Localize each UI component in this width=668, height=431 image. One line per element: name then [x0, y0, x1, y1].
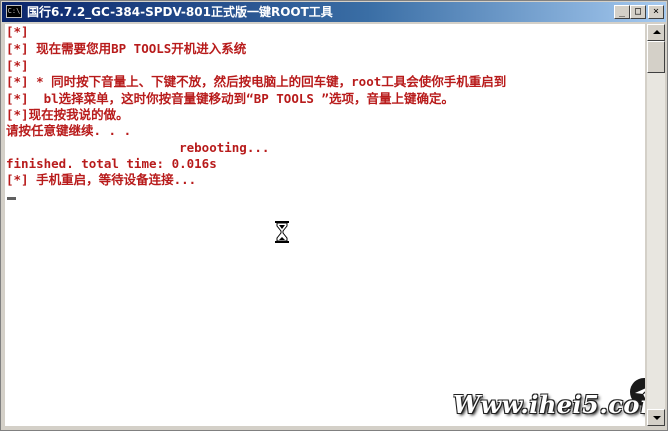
console-app-icon[interactable]: C:\: [6, 5, 22, 18]
title-bar[interactable]: C:\ 国行6.7.2_GC-384-SPDV-801正式版一键ROOT工具 _…: [2, 2, 666, 22]
console-line: finished. total time: 0.016s: [6, 156, 217, 171]
arrow-down-icon: [653, 416, 661, 420]
console-line: [*]: [6, 58, 29, 73]
window-title: 国行6.7.2_GC-384-SPDV-801正式版一键ROOT工具: [27, 5, 333, 19]
console-line: [*]: [6, 24, 29, 39]
console-line: [*]现在按我说的做。: [6, 107, 129, 122]
hourglass-icon: [275, 221, 289, 243]
vertical-scrollbar[interactable]: [647, 24, 665, 426]
scroll-down-button[interactable]: [647, 409, 665, 426]
scroll-up-button[interactable]: [647, 24, 665, 41]
maximize-button[interactable]: □: [630, 5, 646, 19]
console-line: [*] 手机重启，等待设备连接...: [6, 172, 197, 187]
close-button[interactable]: ×: [648, 5, 664, 19]
arrow-up-icon: [653, 30, 661, 34]
console-line: [*] 现在需要您用BP TOOLS开机进入系统: [6, 41, 247, 56]
watermark-text: Www.ihei5.com: [453, 390, 645, 419]
console-line: rebooting...: [6, 140, 270, 155]
console-line: [*] * 同时按下音量上、下键不放，然后按电脑上的回车键，root工具会使你手…: [6, 74, 507, 89]
minimize-button[interactable]: _: [614, 5, 630, 19]
console-window: C:\ 国行6.7.2_GC-384-SPDV-801正式版一键ROOT工具 _…: [0, 0, 668, 431]
console-line: 请按任意键继续. . .: [6, 123, 132, 138]
console-line: [*] bl选择菜单，这时你按音量键移动到“BP TOOLS ”选项，音量上键确…: [6, 91, 454, 106]
console-output[interactable]: [*] [*] 现在需要您用BP TOOLS开机进入系统 [*] [*] * 同…: [5, 24, 645, 426]
scrollbar-thumb[interactable]: [647, 41, 665, 73]
text-cursor: [7, 197, 16, 200]
